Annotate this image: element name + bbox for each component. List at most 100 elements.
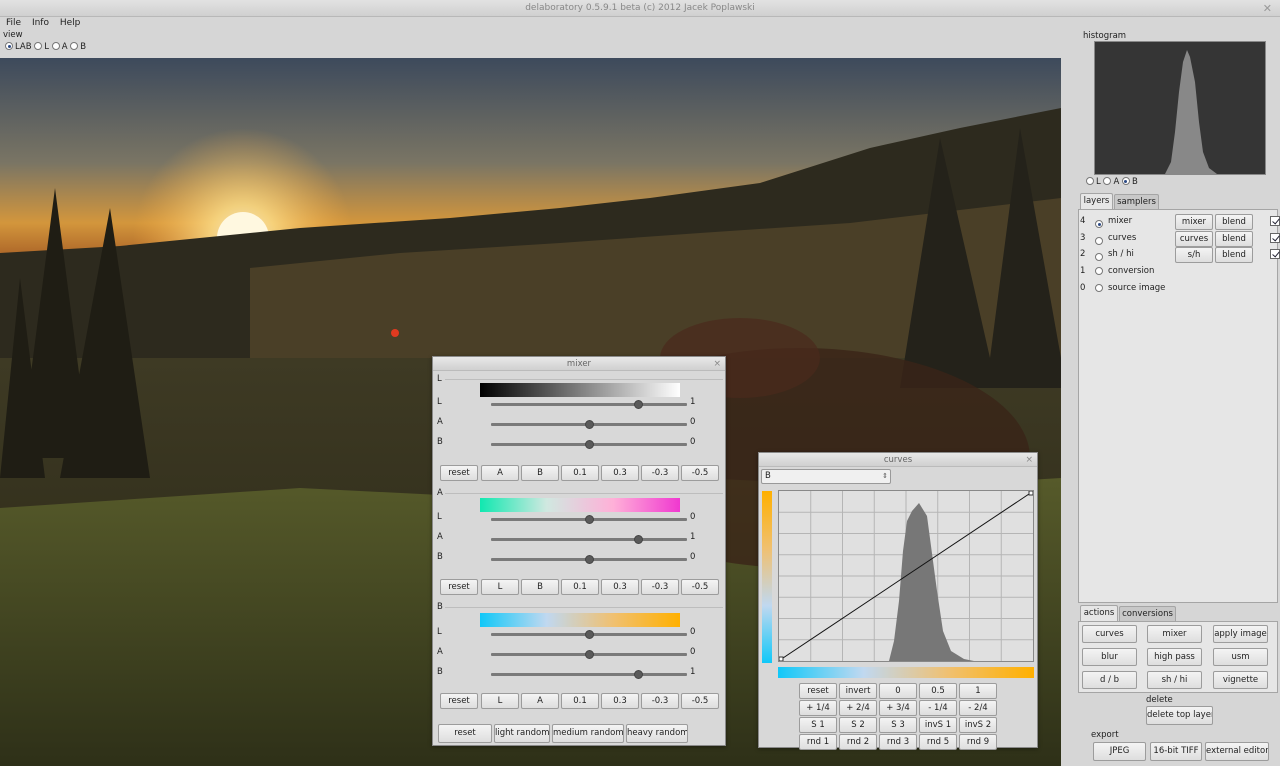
mixer-button[interactable]: A [521, 693, 559, 709]
mixer-slider[interactable] [491, 630, 687, 639]
view-radio-b[interactable] [70, 42, 79, 50]
mixer-slider[interactable] [491, 400, 687, 409]
layer-select-radio[interactable] [1095, 237, 1103, 245]
tab-actions[interactable]: actions [1080, 605, 1118, 621]
mixer-slider[interactable] [491, 515, 687, 524]
curves-button[interactable]: S 3 [879, 717, 917, 733]
curves-close-icon[interactable]: × [1025, 453, 1033, 467]
mixer-button[interactable]: -0.3 [641, 465, 679, 481]
action-sh-hi-button[interactable]: sh / hi [1147, 671, 1202, 689]
mixer-button[interactable]: L [481, 693, 519, 709]
curves-button[interactable]: rnd 9 [959, 734, 997, 750]
view-radio-l[interactable] [34, 42, 43, 50]
mixer-title-bar[interactable]: mixer × [433, 357, 725, 371]
slider-knob[interactable] [634, 670, 643, 679]
curves-button[interactable]: rnd 1 [799, 734, 837, 750]
histogram-radio-a[interactable] [1103, 177, 1112, 185]
view-radio-a[interactable] [51, 42, 60, 50]
curves-button[interactable]: + 3/4 [879, 700, 917, 716]
layer-row[interactable]: 4 mixer mixer blend [1080, 214, 1280, 230]
curves-button[interactable]: 1 [959, 683, 997, 699]
tab-conversions[interactable]: conversions [1119, 606, 1176, 622]
mixer-button[interactable]: 0.3 [601, 579, 639, 595]
layer-select-radio[interactable] [1095, 253, 1103, 261]
layer-row[interactable]: 1 conversion [1080, 264, 1276, 280]
mixer-button[interactable]: reset [440, 465, 478, 481]
layer-edit-button[interactable]: s/h [1175, 247, 1213, 263]
mixer-button[interactable]: reset [440, 693, 478, 709]
curves-button[interactable]: S 2 [839, 717, 877, 733]
action-db-button[interactable]: d / b [1082, 671, 1137, 689]
layer-enable-checkbox[interactable] [1269, 249, 1280, 259]
curves-button[interactable]: + 1/4 [799, 700, 837, 716]
histogram-radio-b[interactable] [1121, 177, 1130, 185]
mixer-slider[interactable] [491, 650, 687, 659]
action-curves-button[interactable]: curves [1082, 625, 1137, 643]
layer-select-radio[interactable] [1095, 267, 1103, 275]
curves-button[interactable]: invS 2 [959, 717, 997, 733]
layer-edit-button[interactable]: mixer [1175, 214, 1213, 230]
layer-enable-checkbox[interactable] [1269, 216, 1280, 226]
mixer-button[interactable]: 0.1 [561, 579, 599, 595]
layer-enable-checkbox[interactable] [1269, 233, 1280, 243]
curves-button[interactable]: rnd 3 [879, 734, 917, 750]
window-close-icon[interactable]: ✕ [1263, 0, 1272, 17]
mixer-button[interactable]: B [521, 465, 559, 481]
mixer-button[interactable]: -0.3 [641, 579, 679, 595]
mixer-button[interactable]: -0.3 [641, 693, 679, 709]
menu-file[interactable]: File [6, 17, 21, 30]
slider-knob[interactable] [585, 420, 594, 429]
mixer-light-random-button[interactable]: light random [494, 724, 550, 743]
view-radio-lab[interactable] [5, 42, 13, 50]
mixer-button[interactable]: L [481, 579, 519, 595]
menu-help[interactable]: Help [60, 17, 81, 30]
layer-blend-button[interactable]: blend [1215, 247, 1253, 263]
tab-layers[interactable]: layers [1080, 193, 1113, 209]
mixer-button[interactable]: -0.5 [681, 465, 719, 481]
mixer-button[interactable]: reset [440, 579, 478, 595]
curves-button[interactable]: 0.5 [919, 683, 957, 699]
layer-row[interactable]: 3 curves curves blend [1080, 231, 1280, 247]
export-jpeg-button[interactable]: JPEG [1093, 742, 1146, 761]
layer-blend-button[interactable]: blend [1215, 214, 1253, 230]
tab-samplers[interactable]: samplers [1114, 194, 1159, 210]
layer-blend-button[interactable]: blend [1215, 231, 1253, 247]
layer-row[interactable]: 0 source image [1080, 281, 1276, 297]
export-external-editor-button[interactable]: external editor [1205, 742, 1269, 761]
action-vignette-button[interactable]: vignette [1213, 671, 1268, 689]
export-tiff-button[interactable]: 16-bit TIFF [1150, 742, 1202, 761]
slider-knob[interactable] [585, 515, 594, 524]
mixer-close-icon[interactable]: × [713, 357, 721, 371]
curves-channel-select[interactable]: B ⇕ [761, 469, 891, 484]
mixer-button[interactable]: A [481, 465, 519, 481]
menu-info[interactable]: Info [32, 17, 49, 30]
curves-button[interactable]: - 2/4 [959, 700, 997, 716]
curves-button[interactable]: + 2/4 [839, 700, 877, 716]
histogram-radio-l[interactable] [1086, 177, 1094, 185]
mixer-slider[interactable] [491, 555, 687, 564]
action-mixer-button[interactable]: mixer [1147, 625, 1202, 643]
action-blur-button[interactable]: blur [1082, 648, 1137, 666]
action-high-pass-button[interactable]: high pass [1147, 648, 1202, 666]
curves-title-bar[interactable]: curves × [759, 453, 1037, 467]
slider-knob[interactable] [634, 400, 643, 409]
curves-button[interactable]: S 1 [799, 717, 837, 733]
layer-select-radio[interactable] [1095, 220, 1103, 228]
slider-knob[interactable] [585, 630, 594, 639]
mixer-slider[interactable] [491, 440, 687, 449]
layer-edit-button[interactable]: curves [1175, 231, 1213, 247]
slider-knob[interactable] [585, 650, 594, 659]
curves-button[interactable]: 0 [879, 683, 917, 699]
slider-knob[interactable] [585, 555, 594, 564]
mixer-button[interactable]: B [521, 579, 559, 595]
mixer-button[interactable]: -0.5 [681, 579, 719, 595]
mixer-button[interactable]: 0.3 [601, 693, 639, 709]
mixer-button[interactable]: -0.5 [681, 693, 719, 709]
mixer-slider[interactable] [491, 535, 687, 544]
layer-select-radio[interactable] [1095, 284, 1103, 292]
mixer-heavy-random-button[interactable]: heavy random [626, 724, 688, 743]
slider-knob[interactable] [585, 440, 594, 449]
curves-button[interactable]: invert [839, 683, 877, 699]
action-apply-image-button[interactable]: apply image [1213, 625, 1268, 643]
curves-button[interactable]: - 1/4 [919, 700, 957, 716]
